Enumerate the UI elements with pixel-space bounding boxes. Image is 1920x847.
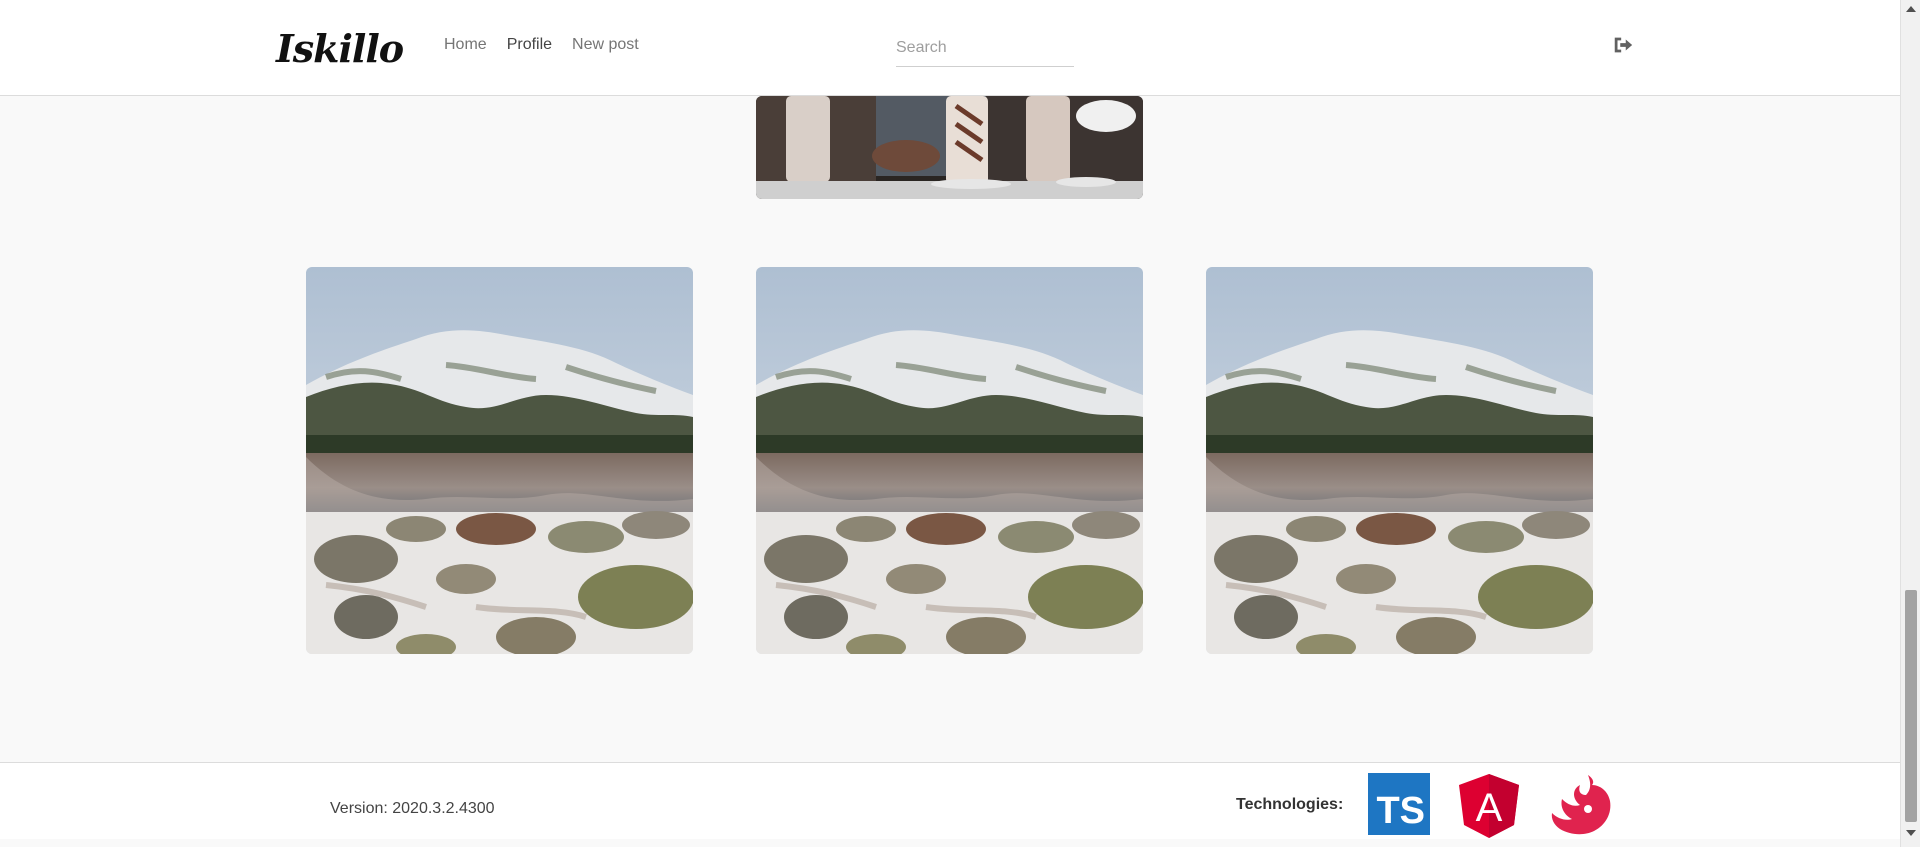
angular-badge-text: A — [1476, 786, 1503, 830]
mountain-lake-image — [306, 267, 693, 654]
nav-profile[interactable]: Profile — [507, 36, 552, 54]
brand-name: Iskillo — [276, 25, 404, 71]
post-thumbnail[interactable] — [756, 267, 1143, 654]
post-thumbnail[interactable] — [756, 96, 1143, 199]
scroll-up-arrow-icon[interactable] — [1906, 6, 1916, 12]
nestjs-logo — [1551, 775, 1611, 835]
post-thumbnail[interactable] — [306, 267, 693, 654]
post-thumbnail[interactable] — [1206, 267, 1593, 654]
scroll-down-arrow-icon[interactable] — [1906, 830, 1916, 836]
sign-out-icon[interactable] — [1612, 34, 1634, 56]
typescript-logo: TS — [1368, 773, 1430, 835]
mountain-lake-image — [1206, 96, 1593, 199]
mountain-lake-image — [1206, 267, 1593, 654]
brand-logo[interactable]: Iskillo — [270, 22, 404, 74]
search-input[interactable] — [896, 30, 1074, 67]
version-label: Version: 2020.3.2.4300 — [330, 800, 495, 817]
mountain-lake-image — [756, 267, 1143, 654]
technologies-label: Technologies: — [1236, 796, 1344, 813]
scrollbar-thumb[interactable] — [1905, 590, 1917, 822]
vertical-scrollbar[interactable] — [1900, 0, 1920, 847]
nav-new-post[interactable]: New post — [572, 36, 639, 54]
mountain-lake-image — [306, 96, 693, 199]
angular-logo: A — [1459, 774, 1519, 838]
milkshakes-image — [756, 96, 1143, 199]
main-nav: Home Profile New post — [444, 36, 639, 54]
typescript-badge-text: TS — [1376, 790, 1425, 832]
post-thumbnail[interactable] — [306, 96, 693, 199]
post-thumbnail[interactable] — [1206, 96, 1593, 199]
nav-home[interactable]: Home — [444, 36, 487, 54]
page-footer: Version: 2020.3.2.4300 Technologies: TS … — [0, 762, 1900, 839]
top-navbar: Iskillo Home Profile New post — [0, 0, 1900, 96]
